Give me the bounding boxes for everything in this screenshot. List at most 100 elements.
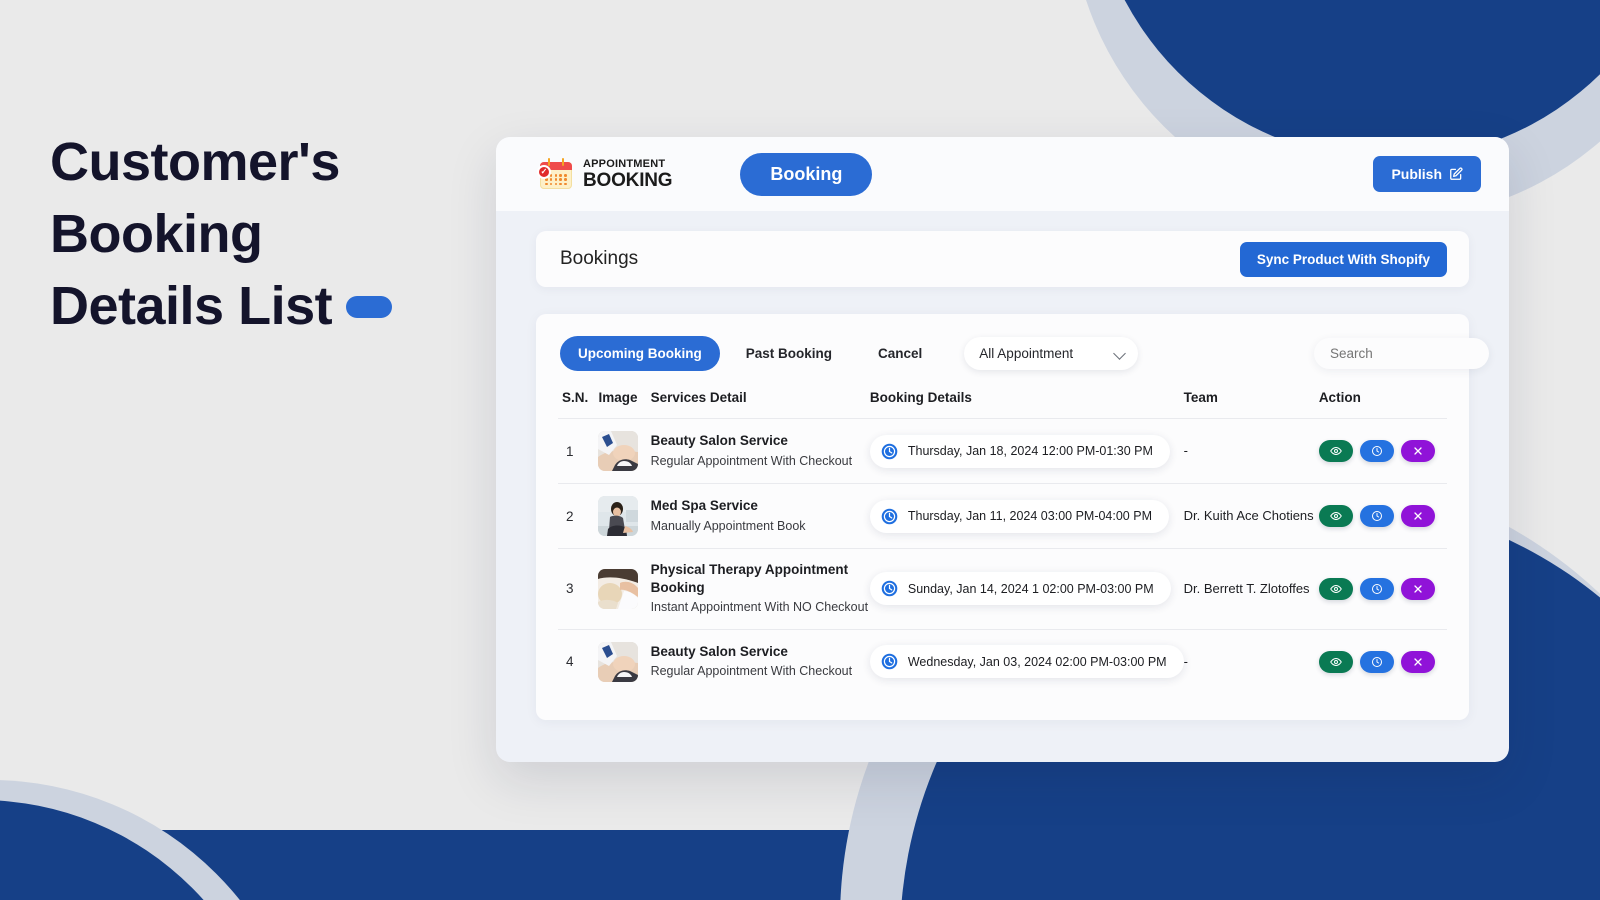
row-team-cell: -	[1184, 629, 1319, 694]
view-booking-button[interactable]	[1318, 440, 1353, 462]
reschedule-booking-button[interactable]	[1359, 440, 1394, 462]
search-input[interactable]	[1330, 346, 1473, 361]
clock-icon	[881, 580, 898, 597]
eye-icon	[1329, 446, 1342, 456]
row-service-name: Med Spa Service	[650, 498, 758, 514]
booking-date-text: Thursday, Jan 11, 2024 03:00 PM-04:00 PM	[907, 509, 1152, 523]
physical-therapy-thumbnail	[598, 568, 639, 609]
column-header-team: Team	[1183, 390, 1218, 405]
tab-past-booking[interactable]: Past Booking	[728, 336, 850, 371]
booking-date-pill: Thursday, Jan 11, 2024 03:00 PM-04:00 PM	[869, 499, 1169, 533]
row-service-cell: Physical Therapy Appointment Booking Inst…	[651, 549, 870, 630]
row-service-subtitle: Regular Appointment With Checkout	[650, 453, 853, 468]
table-row: 3 Physical Therapy Appointment Booking Ins…	[558, 548, 1447, 630]
row-serial-number: 2	[566, 508, 574, 524]
booking-date-text: Thursday, Jan 18, 2024 12:00 PM-01:30 PM	[907, 444, 1153, 458]
row-team-name: Dr. Kuith Ace Chotiens	[1183, 508, 1314, 523]
decor-pill-accent	[346, 295, 393, 318]
page-title-line-3: Details List	[50, 276, 333, 336]
chevron-down-icon	[1113, 347, 1127, 360]
booking-date-pill: Thursday, Jan 18, 2024 12:00 PM-01:30 PM	[869, 434, 1170, 468]
row-team-cell: Dr. Kuith Ace Chotiens	[1184, 484, 1319, 549]
brand-logo: ✓ APPOINTMENT BOOKING	[537, 157, 673, 191]
booking-date-pill: Sunday, Jan 14, 2024 1 02:00 PM-03:00 PM	[869, 572, 1171, 606]
row-action-cell	[1318, 419, 1447, 484]
nav-tab-booking[interactable]: Booking	[740, 152, 873, 196]
page-title-line-2: Booking	[50, 204, 263, 264]
row-action-buttons	[1318, 577, 1447, 600]
clock-icon	[881, 443, 898, 459]
view-booking-button[interactable]	[1318, 650, 1353, 673]
row-image-cell	[598, 629, 650, 694]
row-action-buttons	[1318, 505, 1447, 527]
brand-name-bottom: BOOKING	[583, 169, 673, 191]
row-action-buttons	[1318, 650, 1447, 673]
bookings-table-card: Upcoming Booking Past Booking Cancel All…	[536, 314, 1489, 720]
edit-square-icon	[1450, 167, 1463, 180]
publish-button[interactable]: Publish	[1373, 156, 1481, 192]
sync-product-with-shopify-button[interactable]: Sync Product With Shopify	[1239, 241, 1447, 277]
brand-name-top: APPOINTMENT	[583, 157, 666, 170]
row-action-cell	[1318, 629, 1447, 694]
column-header-booking-details: Booking Details	[869, 390, 972, 405]
row-service-cell: Beauty Salon Service Regular Appointment …	[651, 419, 870, 484]
row-service-name: Beauty Salon Service	[650, 643, 788, 659]
row-serial-number: 3	[566, 581, 574, 597]
view-booking-button[interactable]	[1318, 505, 1353, 527]
tab-upcoming-booking[interactable]: Upcoming Booking	[560, 336, 720, 371]
bookings-table: S.N. Image Services Detail Booking Detai…	[558, 390, 1447, 694]
tab-cancel[interactable]: Cancel	[860, 336, 940, 371]
clock-icon	[881, 653, 898, 670]
row-service-subtitle: Regular Appointment With Checkout	[650, 664, 853, 679]
close-icon	[1414, 585, 1422, 593]
beauty-salon-thumbnail	[598, 641, 639, 682]
row-booking-cell: Wednesday, Jan 03, 2024 02:00 PM-03:00 P…	[869, 629, 1184, 694]
filter-bar: Upcoming Booking Past Booking Cancel All…	[558, 336, 1489, 371]
row-service-subtitle: Manually Appointment Book	[650, 518, 806, 533]
row-service-cell: Beauty Salon Service Regular Appointment …	[651, 629, 870, 694]
table-row: 4 Beauty Salon Service Regular Appointment…	[558, 629, 1447, 694]
publish-button-label: Publish	[1391, 166, 1442, 182]
app-content: Bookings Sync Product With Shopify Upcom…	[496, 211, 1509, 720]
search-box[interactable]	[1314, 338, 1489, 369]
column-header-action: Action	[1318, 390, 1361, 405]
clock-icon	[1371, 446, 1382, 456]
booking-date-text: Sunday, Jan 14, 2024 1 02:00 PM-03:00 PM	[907, 581, 1154, 596]
row-action-cell	[1318, 549, 1447, 630]
cancel-booking-button[interactable]	[1400, 505, 1435, 527]
cancel-booking-button[interactable]	[1400, 440, 1435, 462]
row-team-cell: Dr. Berrett T. Zlotoffes	[1184, 549, 1319, 630]
row-team-name: Dr. Berrett T. Zlotoffes	[1183, 580, 1310, 596]
view-booking-button[interactable]	[1318, 577, 1353, 600]
clock-icon	[881, 508, 898, 524]
close-icon	[1414, 512, 1422, 520]
row-action-buttons	[1318, 440, 1447, 462]
app-topbar: ✓ APPOINTMENT BOOKING Booking Publish	[496, 137, 1509, 211]
eye-icon	[1329, 584, 1342, 593]
table-body: 1 Beauty Salon Service Regular Appointment…	[558, 418, 1447, 694]
reschedule-booking-button[interactable]	[1359, 505, 1394, 527]
row-booking-cell: Thursday, Jan 11, 2024 03:00 PM-04:00 PM	[869, 484, 1184, 549]
app-window: ✓ APPOINTMENT BOOKING Booking Publish Bo…	[496, 137, 1509, 762]
row-image-cell	[598, 484, 650, 549]
row-image-cell	[598, 549, 650, 630]
brand-text: APPOINTMENT BOOKING	[583, 157, 673, 191]
column-header-sn: S.N.	[562, 390, 589, 405]
med-spa-thumbnail	[598, 496, 639, 536]
table-row: 2 Med Spa Service Manually Appointment Boo…	[558, 483, 1447, 549]
row-booking-cell: Thursday, Jan 18, 2024 12:00 PM-01:30 PM	[869, 419, 1184, 484]
clock-icon	[1371, 583, 1382, 594]
reschedule-booking-button[interactable]	[1359, 650, 1394, 673]
row-service-subtitle: Instant Appointment With NO Checkout	[650, 600, 869, 615]
row-action-cell	[1318, 484, 1447, 549]
cancel-booking-button[interactable]	[1400, 577, 1435, 600]
column-header-image: Image	[598, 390, 638, 405]
reschedule-booking-button[interactable]	[1359, 577, 1394, 600]
appointment-type-select[interactable]: All Appointment	[964, 337, 1139, 370]
eye-icon	[1329, 511, 1342, 521]
page-title-line-1: Customer's	[50, 132, 340, 192]
row-team-cell: -	[1184, 419, 1319, 484]
cancel-booking-button[interactable]	[1400, 650, 1435, 673]
eye-icon	[1329, 657, 1342, 666]
row-booking-cell: Sunday, Jan 14, 2024 1 02:00 PM-03:00 PM	[869, 549, 1184, 630]
